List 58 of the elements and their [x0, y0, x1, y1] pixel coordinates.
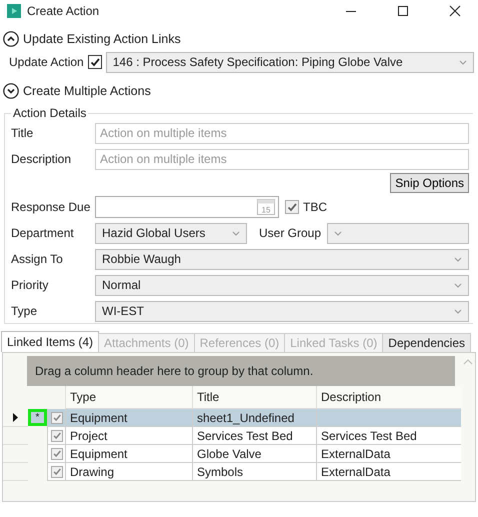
section-header[interactable]: Create Multiple Actions — [23, 84, 151, 98]
tbc-checkbox[interactable] — [285, 200, 299, 214]
app-icon — [7, 4, 21, 18]
table-cell: ExternalData — [316, 445, 461, 463]
table-cell: Equipment — [65, 445, 192, 463]
field-label: Update Action — [9, 55, 84, 69]
checkbox-label: TBC — [303, 200, 327, 214]
table-cell: Equipment — [65, 409, 192, 427]
group-hint: Drag a column header here to group by that column. — [35, 364, 314, 378]
maximize-icon[interactable] — [397, 5, 409, 17]
current-row-icon — [13, 413, 18, 422]
section-header[interactable]: Update Existing Action Links — [23, 32, 181, 46]
text-field[interactable]: Action on multiple items — [95, 148, 469, 170]
update-action-checkbox[interactable] — [88, 55, 102, 69]
chevron-down-icon — [454, 282, 462, 288]
field-label: User Group — [259, 226, 322, 240]
chevron-down-icon — [334, 230, 342, 236]
field-label: Description — [11, 152, 72, 166]
chevron-down-icon — [232, 230, 240, 236]
row-checkbox[interactable] — [50, 448, 62, 460]
row-checkbox[interactable] — [50, 430, 62, 442]
table-cell: Services Test Bed — [316, 427, 461, 445]
collapse-icon[interactable] — [3, 31, 19, 47]
expand-icon[interactable] — [3, 83, 19, 99]
field-label: Priority — [11, 278, 50, 292]
chevron-down-icon — [459, 60, 467, 64]
row-checkbox[interactable] — [50, 412, 62, 424]
table-cell: sheet1_Undefined — [192, 409, 316, 427]
department-dropdown[interactable]: Hazid Global Users — [95, 222, 247, 244]
dropdown[interactable]: WI-EST — [95, 300, 469, 322]
field-label: Type — [11, 304, 38, 318]
action-dropdown[interactable]: 146 : Process Safety Specification: Piping Globe Valve — [106, 52, 474, 72]
window-title: Create Action — [27, 4, 100, 18]
row-marker: * — [36, 412, 40, 423]
dropdown[interactable]: Robbie Waugh — [95, 248, 469, 270]
field-label: Assign To — [11, 252, 64, 266]
table-cell: Services Test Bed — [192, 427, 316, 445]
column-header[interactable]: Title — [192, 386, 316, 409]
field-label: Response Due — [11, 200, 92, 214]
tab[interactable]: Linked Items (4) — [1, 331, 100, 352]
row-checkbox[interactable] — [50, 466, 62, 478]
chevron-down-icon — [454, 256, 462, 262]
column-header[interactable]: Description — [316, 386, 461, 409]
table-cell: ExternalData — [316, 463, 461, 481]
close-icon[interactable] — [449, 5, 461, 17]
table-cell: Globe Valve — [192, 445, 316, 463]
group-title: Action Details — [12, 106, 88, 120]
table-cell: Drawing — [65, 463, 192, 481]
field-label: Title — [11, 126, 34, 140]
chevron-down-icon — [454, 308, 462, 314]
table-cell: Project — [65, 427, 192, 445]
snip-options-button[interactable]: Snip Options — [390, 173, 469, 193]
dropdown[interactable]: Normal — [95, 274, 469, 296]
tab[interactable]: Dependencies — [382, 333, 472, 352]
text-field[interactable]: Action on multiple items — [95, 122, 469, 144]
table-cell: Symbols — [192, 463, 316, 481]
column-header[interactable]: Type — [65, 386, 192, 409]
field-label: Department — [11, 226, 75, 240]
